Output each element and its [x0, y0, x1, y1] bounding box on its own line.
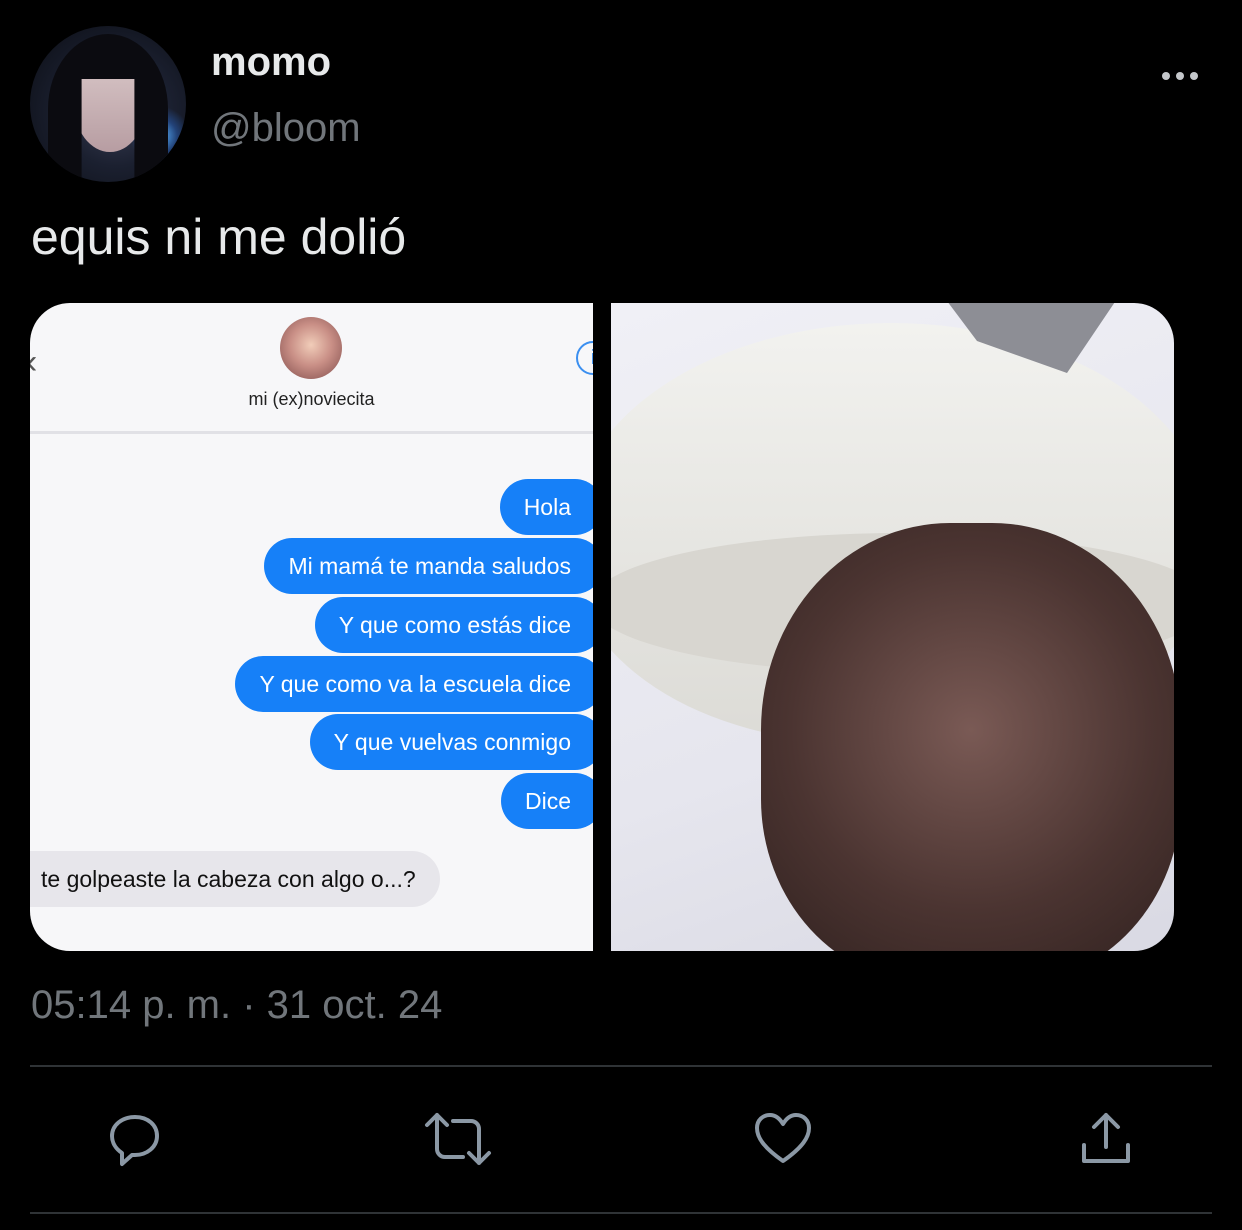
chevron-left-icon: ‹: [30, 343, 37, 382]
media-divider: [593, 303, 611, 951]
author-handle[interactable]: @bloom: [211, 106, 361, 151]
chat-header-divider: [30, 431, 593, 434]
outgoing-message: Dice: [500, 773, 593, 829]
tweet-text: equis ni me dolió: [31, 209, 407, 265]
divider: [30, 1065, 1212, 1067]
outgoing-message: Mi mamá te manda saludos: [264, 538, 593, 594]
more-horizontal-icon[interactable]: [1150, 56, 1210, 96]
man-face: [761, 523, 1174, 951]
tweet-media[interactable]: ‹ i mi (ex)noviecita Hola Mi mamá te man…: [30, 303, 1174, 951]
chat-screenshot-image[interactable]: ‹ i mi (ex)noviecita Hola Mi mamá te man…: [30, 303, 593, 951]
outgoing-message: Y que como va la escuela dice: [235, 656, 593, 712]
incoming-message: te golpeaste la cabeza con algo o...?: [30, 851, 440, 907]
avatar[interactable]: [30, 26, 186, 182]
share-icon[interactable]: [1071, 1104, 1141, 1174]
tweet-timestamp[interactable]: 05:14 p. m. · 31 oct. 24: [31, 983, 442, 1028]
chat-contact-name: mi (ex)noviecita: [248, 389, 375, 409]
retweet-icon[interactable]: [423, 1104, 493, 1174]
author-name[interactable]: momo: [211, 40, 331, 85]
info-icon: i: [576, 341, 593, 375]
outgoing-message: Hola: [499, 479, 593, 535]
divider: [30, 1212, 1212, 1214]
crying-man-photo[interactable]: [611, 303, 1174, 951]
outgoing-message: Y que como estás dice: [314, 597, 593, 653]
reply-icon[interactable]: [100, 1104, 170, 1174]
outgoing-message: Y que vuelvas conmigo: [309, 714, 593, 770]
heart-icon[interactable]: [748, 1104, 818, 1174]
chat-contact-avatar: [280, 317, 342, 379]
